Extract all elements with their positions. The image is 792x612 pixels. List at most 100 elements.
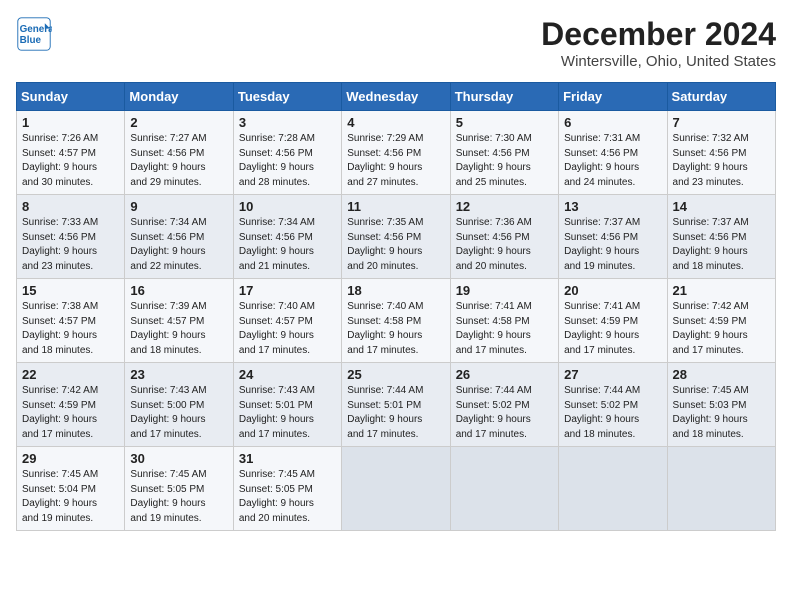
day-info: Sunrise: 7:31 AM Sunset: 4:56 PM Dayligh… <box>564 132 661 190</box>
calendar-day-cell: 16 Sunrise: 7:39 AM Sunset: 4:57 PM Dayli… <box>125 279 233 363</box>
calendar-week-row: 15 Sunrise: 7:38 AM Sunset: 4:57 PM Dayli… <box>17 279 776 363</box>
calendar-day-cell <box>450 447 558 531</box>
calendar-day-cell: 19 Sunrise: 7:41 AM Sunset: 4:58 PM Dayli… <box>450 279 558 363</box>
day-number: 15 <box>22 283 119 298</box>
calendar-day-cell: 23 Sunrise: 7:43 AM Sunset: 5:00 PM Dayli… <box>125 363 233 447</box>
day-info: Sunrise: 7:41 AM Sunset: 4:58 PM Dayligh… <box>456 300 553 358</box>
calendar-week-row: 1 Sunrise: 7:26 AM Sunset: 4:57 PM Daylig… <box>17 111 776 195</box>
calendar-day-cell: 15 Sunrise: 7:38 AM Sunset: 4:57 PM Dayli… <box>17 279 125 363</box>
day-info: Sunrise: 7:38 AM Sunset: 4:57 PM Dayligh… <box>22 300 119 358</box>
calendar-title: December 2024 <box>541 16 776 53</box>
calendar-subtitle: Wintersville, Ohio, United States <box>541 53 776 70</box>
calendar-day-cell: 21 Sunrise: 7:42 AM Sunset: 4:59 PM Dayli… <box>667 279 775 363</box>
calendar-day-cell: 3 Sunrise: 7:28 AM Sunset: 4:56 PM Daylig… <box>233 111 341 195</box>
day-number: 24 <box>239 367 336 382</box>
day-info: Sunrise: 7:40 AM Sunset: 4:57 PM Dayligh… <box>239 300 336 358</box>
calendar-week-row: 22Sunrise: 7:42 AM Sunset: 4:59 PM Dayli… <box>17 363 776 447</box>
title-block: December 2024 Wintersville, Ohio, United… <box>541 16 776 70</box>
day-number: 27 <box>564 367 661 382</box>
day-number: 25 <box>347 367 444 382</box>
calendar-day-cell: 8 Sunrise: 7:33 AM Sunset: 4:56 PM Daylig… <box>17 195 125 279</box>
calendar-week-row: 8 Sunrise: 7:33 AM Sunset: 4:56 PM Daylig… <box>17 195 776 279</box>
day-info: Sunrise: 7:41 AM Sunset: 4:59 PM Dayligh… <box>564 300 661 358</box>
day-info: Sunrise: 7:45 AM Sunset: 5:05 PM Dayligh… <box>130 468 227 526</box>
day-number: 30 <box>130 451 227 466</box>
calendar-day-cell: 1 Sunrise: 7:26 AM Sunset: 4:57 PM Daylig… <box>17 111 125 195</box>
day-info: Sunrise: 7:45 AM Sunset: 5:03 PM Dayligh… <box>673 384 770 442</box>
day-info: Sunrise: 7:37 AM Sunset: 4:56 PM Dayligh… <box>673 216 770 274</box>
day-number: 17 <box>239 283 336 298</box>
day-number: 14 <box>673 199 770 214</box>
day-info: Sunrise: 7:27 AM Sunset: 4:56 PM Dayligh… <box>130 132 227 190</box>
calendar-day-cell: 26 Sunrise: 7:44 AM Sunset: 5:02 PM Dayli… <box>450 363 558 447</box>
day-number: 7 <box>673 115 770 130</box>
day-number: 13 <box>564 199 661 214</box>
weekday-header: Tuesday <box>233 83 341 111</box>
calendar-day-cell <box>559 447 667 531</box>
weekday-header: Monday <box>125 83 233 111</box>
calendar-day-cell: 5Sunrise: 7:30 AM Sunset: 4:56 PM Daylig… <box>450 111 558 195</box>
day-info: Sunrise: 7:40 AM Sunset: 4:58 PM Dayligh… <box>347 300 444 358</box>
day-info: Sunrise: 7:43 AM Sunset: 5:00 PM Dayligh… <box>130 384 227 442</box>
day-info: Sunrise: 7:45 AM Sunset: 5:04 PM Dayligh… <box>22 468 119 526</box>
day-info: Sunrise: 7:26 AM Sunset: 4:57 PM Dayligh… <box>22 132 119 190</box>
calendar-day-cell: 13 Sunrise: 7:37 AM Sunset: 4:56 PM Dayli… <box>559 195 667 279</box>
day-info: Sunrise: 7:34 AM Sunset: 4:56 PM Dayligh… <box>130 216 227 274</box>
weekday-header: Thursday <box>450 83 558 111</box>
day-number: 16 <box>130 283 227 298</box>
calendar-day-cell: 31Sunrise: 7:45 AM Sunset: 5:05 PM Dayli… <box>233 447 341 531</box>
calendar-day-cell: 9 Sunrise: 7:34 AM Sunset: 4:56 PM Daylig… <box>125 195 233 279</box>
day-number: 31 <box>239 451 336 466</box>
calendar-table: SundayMondayTuesdayWednesdayThursdayFrid… <box>16 82 776 531</box>
logo: General Blue <box>16 16 52 52</box>
day-number: 28 <box>673 367 770 382</box>
day-number: 29 <box>22 451 119 466</box>
calendar-day-cell: 11Sunrise: 7:35 AM Sunset: 4:56 PM Dayli… <box>342 195 450 279</box>
day-number: 22 <box>22 367 119 382</box>
day-info: Sunrise: 7:44 AM Sunset: 5:02 PM Dayligh… <box>456 384 553 442</box>
day-info: Sunrise: 7:36 AM Sunset: 4:56 PM Dayligh… <box>456 216 553 274</box>
calendar-day-cell: 28 Sunrise: 7:45 AM Sunset: 5:03 PM Dayli… <box>667 363 775 447</box>
day-info: Sunrise: 7:37 AM Sunset: 4:56 PM Dayligh… <box>564 216 661 274</box>
day-info: Sunrise: 7:39 AM Sunset: 4:57 PM Dayligh… <box>130 300 227 358</box>
day-info: Sunrise: 7:28 AM Sunset: 4:56 PM Dayligh… <box>239 132 336 190</box>
day-number: 26 <box>456 367 553 382</box>
day-number: 9 <box>130 199 227 214</box>
calendar-day-cell: 7Sunrise: 7:32 AM Sunset: 4:56 PM Daylig… <box>667 111 775 195</box>
calendar-day-cell: 14 Sunrise: 7:37 AM Sunset: 4:56 PM Dayli… <box>667 195 775 279</box>
day-info: Sunrise: 7:43 AM Sunset: 5:01 PM Dayligh… <box>239 384 336 442</box>
logo-icon: General Blue <box>16 16 52 52</box>
day-number: 19 <box>456 283 553 298</box>
calendar-day-cell: 29 Sunrise: 7:45 AM Sunset: 5:04 PM Dayli… <box>17 447 125 531</box>
day-number: 8 <box>22 199 119 214</box>
day-number: 1 <box>22 115 119 130</box>
calendar-day-cell: 2Sunrise: 7:27 AM Sunset: 4:56 PM Daylig… <box>125 111 233 195</box>
calendar-day-cell: 30 Sunrise: 7:45 AM Sunset: 5:05 PM Dayli… <box>125 447 233 531</box>
day-number: 5 <box>456 115 553 130</box>
day-number: 6 <box>564 115 661 130</box>
day-number: 18 <box>347 283 444 298</box>
day-info: Sunrise: 7:42 AM Sunset: 4:59 PM Dayligh… <box>673 300 770 358</box>
day-number: 23 <box>130 367 227 382</box>
calendar-day-cell: 27Sunrise: 7:44 AM Sunset: 5:02 PM Dayli… <box>559 363 667 447</box>
day-info: Sunrise: 7:44 AM Sunset: 5:01 PM Dayligh… <box>347 384 444 442</box>
calendar-day-cell: 25 Sunrise: 7:44 AM Sunset: 5:01 PM Dayli… <box>342 363 450 447</box>
calendar-header: SundayMondayTuesdayWednesdayThursdayFrid… <box>17 83 776 111</box>
day-info: Sunrise: 7:29 AM Sunset: 4:56 PM Dayligh… <box>347 132 444 190</box>
day-number: 21 <box>673 283 770 298</box>
page-header: General Blue December 2024 Wintersville,… <box>16 16 776 70</box>
weekday-header: Sunday <box>17 83 125 111</box>
day-number: 12 <box>456 199 553 214</box>
day-info: Sunrise: 7:35 AM Sunset: 4:56 PM Dayligh… <box>347 216 444 274</box>
calendar-day-cell <box>667 447 775 531</box>
calendar-day-cell: 6 Sunrise: 7:31 AM Sunset: 4:56 PM Daylig… <box>559 111 667 195</box>
weekday-header: Saturday <box>667 83 775 111</box>
svg-text:Blue: Blue <box>20 35 42 46</box>
calendar-body: 1 Sunrise: 7:26 AM Sunset: 4:57 PM Daylig… <box>17 111 776 531</box>
day-info: Sunrise: 7:33 AM Sunset: 4:56 PM Dayligh… <box>22 216 119 274</box>
calendar-week-row: 29 Sunrise: 7:45 AM Sunset: 5:04 PM Dayli… <box>17 447 776 531</box>
day-info: Sunrise: 7:34 AM Sunset: 4:56 PM Dayligh… <box>239 216 336 274</box>
calendar-day-cell: 24 Sunrise: 7:43 AM Sunset: 5:01 PM Dayli… <box>233 363 341 447</box>
day-number: 3 <box>239 115 336 130</box>
calendar-day-cell: 17 Sunrise: 7:40 AM Sunset: 4:57 PM Dayli… <box>233 279 341 363</box>
